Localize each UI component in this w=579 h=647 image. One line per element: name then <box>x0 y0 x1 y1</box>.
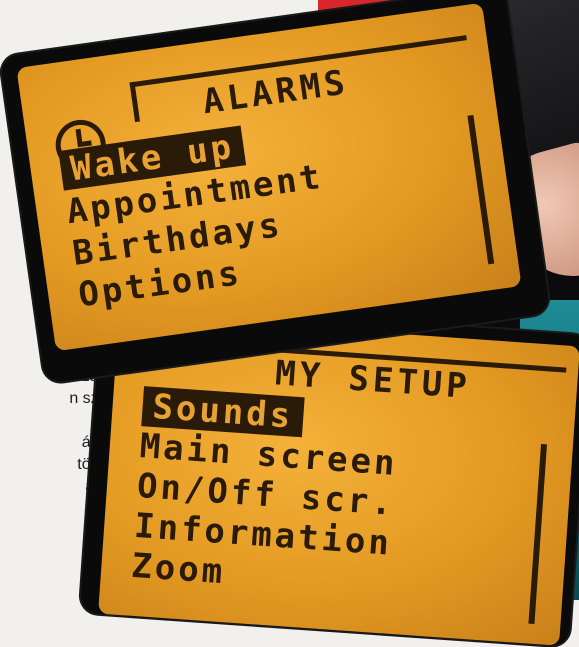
scrollbar[interactable] <box>467 114 495 265</box>
menu-item-label: Zoom <box>130 545 227 593</box>
scrollbar[interactable] <box>528 444 547 624</box>
title-frame <box>129 81 141 123</box>
menu-item-zoom[interactable]: Zoom <box>130 546 226 592</box>
